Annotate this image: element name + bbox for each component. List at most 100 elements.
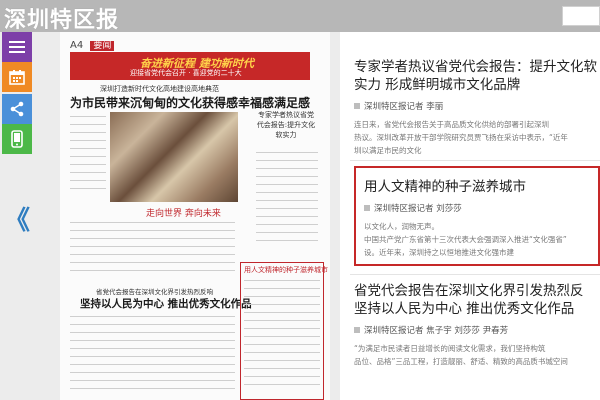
text-line — [70, 388, 235, 389]
snippet-line: 设。近年来，深圳持之以恒地推进文化强市建 — [364, 248, 514, 257]
text-line — [70, 140, 106, 141]
byline-text: 深圳特区报记者 焦子宇 刘莎莎 尹春芳 — [364, 326, 509, 336]
snippet-line: 连日来，省党代会报告关于高品质文化供给的部署引起深圳 — [354, 120, 549, 129]
text-line — [256, 232, 318, 233]
article-item-selected[interactable]: 用人文精神的种子滋养城市 深圳特区报记者 刘莎莎 以文化人，润物无声。 中国共产… — [364, 178, 600, 259]
site-logo[interactable]: 深圳特区报 — [4, 2, 119, 34]
text-line — [244, 368, 320, 369]
text-line — [256, 192, 318, 193]
share-icon — [10, 101, 24, 117]
article-byline: 深圳特区报记者 刘莎莎 — [364, 202, 600, 214]
text-line — [256, 168, 318, 169]
text-line — [244, 288, 320, 289]
text-line — [70, 270, 235, 271]
share-button[interactable] — [2, 94, 32, 124]
text-line — [244, 328, 320, 329]
text-line — [256, 208, 318, 209]
text-line — [244, 296, 320, 297]
text-line — [70, 356, 235, 357]
article-byline: 深圳特区报记者 焦子宇 刘莎莎 尹春芳 — [354, 324, 600, 336]
calendar-button[interactable] — [2, 62, 32, 92]
text-line — [256, 200, 318, 201]
mobile-icon — [11, 130, 23, 148]
article-item[interactable]: 专家学者热议省党代会报告：提升文化软 实力 形成鲜明城市文化品牌 深圳特区报记者… — [354, 58, 600, 157]
page-banner: 奋进新征程 建功新时代 迎接省党代会召开 · 喜迎党的二十大 — [70, 52, 310, 80]
byline-text: 深圳特区报记者 李丽 — [364, 102, 444, 112]
text-line — [70, 246, 235, 247]
article-title[interactable]: 坚持以人民为中心 推出优秀文化作品 — [354, 300, 600, 318]
text-line — [70, 348, 235, 349]
search-input[interactable] — [562, 6, 600, 26]
text-line — [70, 116, 106, 117]
text-line — [70, 230, 235, 231]
text-line — [256, 176, 318, 177]
snippet-line: 热议。深圳改革开放干部学院研究员贾飞扬在采访中表示，“近年 — [354, 133, 568, 142]
text-line — [70, 188, 106, 189]
page-headline-2[interactable]: 坚持以人民为中心 推出优秀文化作品 — [80, 296, 252, 311]
text-line — [70, 372, 235, 373]
page-photo — [110, 112, 238, 202]
highlighted-article-region[interactable] — [240, 262, 324, 400]
photo-caption: 走向世界 奔向未来 — [146, 209, 221, 219]
article-title[interactable]: 用人文精神的种子滋养城市 — [364, 178, 600, 196]
bullet-icon — [354, 327, 360, 333]
section-label: 要闻 — [90, 41, 115, 51]
text-line — [256, 240, 318, 241]
text-line — [70, 332, 235, 333]
newspaper-page[interactable]: A4 要闻 奋进新征程 建功新时代 迎接省党代会召开 · 喜迎党的二十大 深圳打… — [60, 32, 330, 400]
snippet-line: “为满足市民读者日益增长的阅读文化需求，我们坚持构筑 — [354, 344, 546, 353]
text-line — [70, 254, 235, 255]
text-line — [244, 360, 320, 361]
article-snippet: 以文化人，润物无声。 中国共产党广东省第十三次代表大会强调深入推进“文化强省” … — [364, 220, 600, 259]
text-line — [70, 180, 106, 181]
calendar-icon — [9, 70, 25, 85]
text-line — [244, 312, 320, 313]
mobile-button[interactable] — [2, 124, 32, 154]
page-header: A4 要闻 — [70, 38, 115, 51]
article-title[interactable]: 专家学者热议省党代会报告：提升文化软 — [354, 58, 600, 76]
menu-icon — [9, 41, 25, 53]
text-line — [244, 384, 320, 385]
side-article-title[interactable]: 专家学者热议省党代会报告:提升文化软实力 — [256, 110, 316, 140]
snippet-line: 圳以满足市民的文化 — [354, 146, 422, 155]
banner-subtext: 迎接省党代会召开 · 喜迎党的二十大 — [130, 69, 242, 77]
text-line — [70, 124, 106, 125]
text-line — [70, 262, 235, 263]
text-line — [70, 324, 235, 325]
text-line — [70, 316, 235, 317]
text-line — [70, 156, 106, 157]
list-divider — [350, 274, 600, 275]
text-line — [244, 304, 320, 305]
text-line — [244, 376, 320, 377]
text-line — [70, 380, 235, 381]
text-line — [70, 172, 106, 173]
text-line — [70, 222, 235, 223]
text-line — [256, 216, 318, 217]
snippet-line: 以文化人，润物无声。 — [364, 222, 439, 231]
collapse-arrow-icon[interactable]: 《 — [4, 200, 30, 237]
bullet-icon — [354, 103, 360, 109]
top-header: 深圳特区报 — [0, 0, 600, 34]
snippet-line: 品位、品格”三品工程，打造靓丽、舒适、精致的高品质书城空间 — [354, 357, 568, 366]
text-line — [256, 224, 318, 225]
text-line — [70, 340, 235, 341]
article-snippet: “为满足市民读者日益增长的阅读文化需求，我们坚持构筑 品位、品格”三品工程，打造… — [354, 342, 600, 368]
text-line — [70, 164, 106, 165]
page-headline[interactable]: 为市民带来沉甸甸的文化获得感幸福感满足感 — [70, 94, 310, 111]
menu-button[interactable] — [2, 32, 32, 62]
list-divider — [350, 160, 600, 161]
text-line — [70, 364, 235, 365]
article-item[interactable]: 省党代会报告在深圳文化界引发热烈反 坚持以人民为中心 推出优秀文化作品 深圳特区… — [354, 282, 600, 368]
text-line — [244, 320, 320, 321]
text-line — [244, 352, 320, 353]
page-kicker-2: 省党代会报告在深圳文化界引发热烈反响 — [96, 288, 213, 296]
byline-text: 深圳特区报记者 刘莎莎 — [374, 204, 462, 214]
text-line — [244, 336, 320, 337]
article-title[interactable]: 省党代会报告在深圳文化界引发热烈反 — [354, 282, 600, 300]
article-title[interactable]: 实力 形成鲜明城市文化品牌 — [354, 76, 600, 94]
text-line — [256, 152, 318, 153]
text-line — [70, 148, 106, 149]
text-line — [256, 184, 318, 185]
article-byline: 深圳特区报记者 李丽 — [354, 100, 600, 112]
page-kicker: 深圳打造新时代文化高地建设高地典范 — [100, 85, 219, 93]
